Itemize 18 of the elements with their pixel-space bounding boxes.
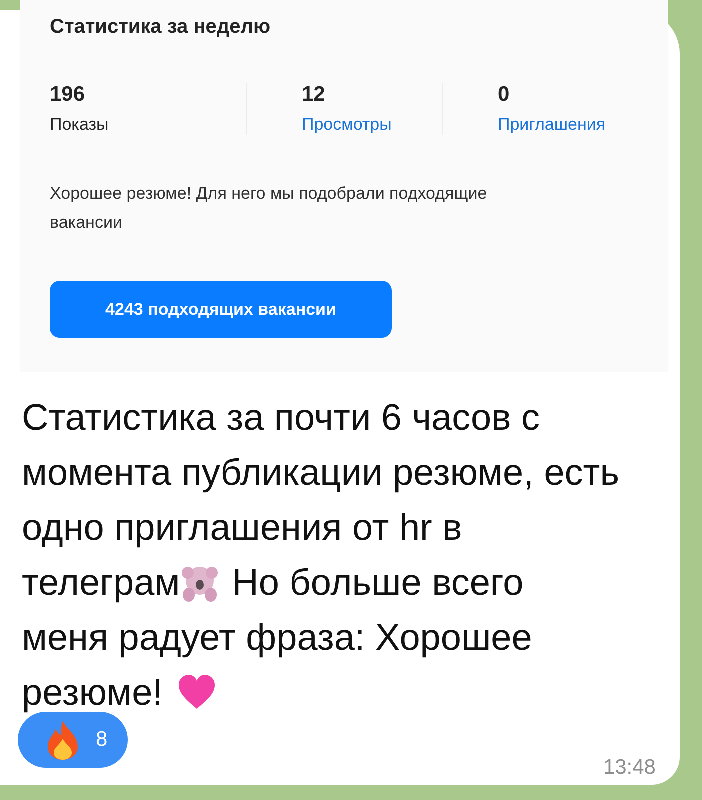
stat-value: 196 — [50, 83, 86, 107]
stat-label: Показы — [50, 115, 109, 135]
stat-value: 12 — [302, 83, 326, 107]
message-text: телеграм — [22, 561, 180, 605]
message-text: момента публикации резюме, есть — [22, 451, 620, 495]
card-title: Статистика за неделю — [50, 16, 272, 39]
message-text: Но больше всего — [232, 561, 524, 605]
message-text: Статистика за почти 6 часов с — [22, 396, 540, 440]
reaction-button[interactable]: 8 — [18, 712, 128, 768]
message-text: резюме! — [22, 671, 163, 715]
message-text: одно приглашения от hr в — [22, 506, 462, 550]
stat-link[interactable]: Приглашения — [498, 115, 606, 135]
description-text: Хорошее резюме! Для него мы подобрали подходящие вакансии — [50, 183, 488, 234]
message-text: меня радует фраза: Хорошее — [22, 616, 532, 660]
stat-link[interactable]: Просмотры — [302, 115, 392, 135]
stat-value: 0 — [498, 83, 510, 107]
vacancies-button[interactable]: 4243 подходящих вакансии — [50, 281, 392, 338]
message-time: 13:48 — [603, 756, 656, 780]
